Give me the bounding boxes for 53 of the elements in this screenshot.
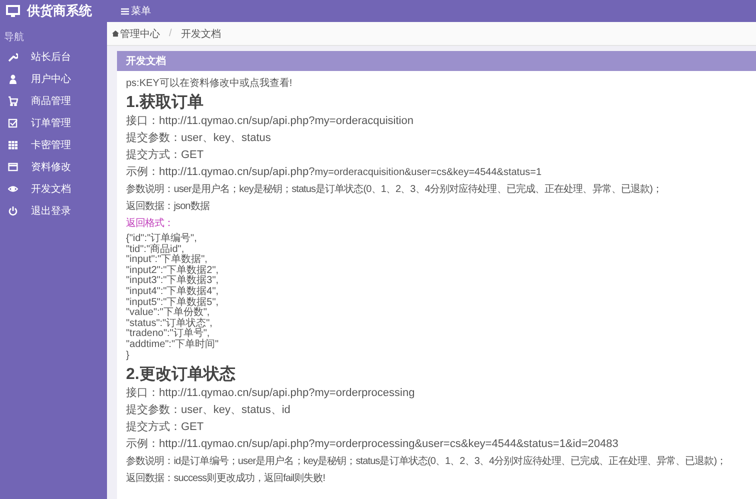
code-line: "input4":"下单数据4", bbox=[126, 286, 220, 297]
home-icon bbox=[112, 30, 119, 37]
doc-line: 接口：http://11.qymao.cn/sup/api.php?my=orderacquisition bbox=[126, 114, 414, 129]
doc-line: 参数说明：user是用户名；key是秘钥；status是订单状态(0、1、2、3、4分别对应待处理、已完成、正在处理、异常、已退款)； bbox=[126, 182, 664, 197]
code-line: {"id":"订单编号", bbox=[126, 234, 198, 244]
section-heading: 1.获取订单 bbox=[126, 92, 204, 113]
doc-line: 提交参数：user、key、status bbox=[126, 130, 272, 146]
monitor-icon bbox=[6, 4, 20, 18]
sidebar-item[interactable]: 用户中心 bbox=[0, 68, 107, 90]
breadcrumb-link[interactable]: 开发文档 bbox=[180, 26, 221, 40]
brand-title: 供货商系统 bbox=[27, 2, 92, 20]
code-line: "tradeno":"订单号", bbox=[126, 329, 210, 340]
sidebar-item[interactable]: 资料修改 bbox=[0, 156, 107, 178]
doc-label: 返回格式： bbox=[126, 216, 175, 231]
doc-line: 接口：http://11.qymao.cn/sup/api.php?my=orderprocessing bbox=[126, 386, 416, 402]
code-line: "input5":"下单数据5", bbox=[126, 298, 220, 308]
breadcrumb-separator: / bbox=[169, 28, 172, 39]
doc-line: 提交方式：GET bbox=[126, 148, 205, 163]
panel-title: 开发文档 bbox=[126, 54, 166, 68]
code-line: "input":"下单数据", bbox=[126, 255, 208, 266]
code-line: } bbox=[126, 350, 130, 362]
power-icon bbox=[8, 206, 18, 216]
doc-line: 示例：http://11.qymao.cn/sup/api.php?my=orderacquisition&user=cs&key=4544&status=1 bbox=[126, 165, 543, 180]
sidebar-item[interactable]: 站长后台 bbox=[0, 46, 107, 68]
sidebar-item[interactable]: 订单管理 bbox=[0, 112, 107, 134]
sidebar-item[interactable]: 商品管理 bbox=[0, 90, 107, 112]
eye-icon bbox=[8, 184, 18, 194]
doc-line: 参数说明：id是订单编号；user是用户名；key是秘钥；status是订单状态(0、1、2、3、4分别对应待处理、已完成、正在处理、异常、已退款)； bbox=[126, 454, 728, 470]
doc-line: 返回数据：json数据 bbox=[126, 200, 211, 214]
nav-heading: 导航 bbox=[3, 30, 25, 45]
section-heading: 2.更改订单状态 bbox=[126, 364, 236, 386]
code-line: "input2":"下单数据2", bbox=[126, 266, 220, 276]
doc-line: 示例：http://11.qymao.cn/sup/api.php?my=orderprocessing&user=cs&key=4544&status=1&id=20483 bbox=[126, 437, 620, 452]
card-icon bbox=[8, 162, 18, 172]
user-icon bbox=[8, 74, 18, 84]
code-line: "input3":"下单数据3", bbox=[126, 276, 220, 286]
menu-icon bbox=[121, 8, 129, 14]
code-line: "value":"下单份数", bbox=[126, 308, 211, 318]
menu-button[interactable]: 菜单 bbox=[121, 4, 151, 18]
code-line: "addtime":"下单时间" bbox=[126, 340, 220, 350]
sidebar-item[interactable]: 退出登录 bbox=[0, 200, 107, 222]
check-icon bbox=[8, 118, 18, 128]
doc-line: 提交方式：GET bbox=[126, 420, 205, 436]
cart-icon bbox=[8, 96, 18, 106]
breadcrumb-link[interactable]: 管理中心 bbox=[120, 26, 160, 40]
sidebar-item[interactable]: 卡密管理 bbox=[0, 134, 107, 156]
code-line: "status":"订单状态", bbox=[126, 318, 214, 329]
doc-line: 返回数据：success则更改成功，返回fail则失败! bbox=[126, 472, 326, 486]
sidebar-item[interactable]: 开发文档 bbox=[0, 178, 107, 200]
code-line: "tid":"商品id", bbox=[126, 244, 184, 255]
note-text: ps:KEY可以在资料修改中或点我查看! bbox=[126, 76, 294, 91]
grid-icon bbox=[8, 140, 18, 150]
doc-line: 提交参数：user、key、status、id bbox=[126, 402, 292, 418]
